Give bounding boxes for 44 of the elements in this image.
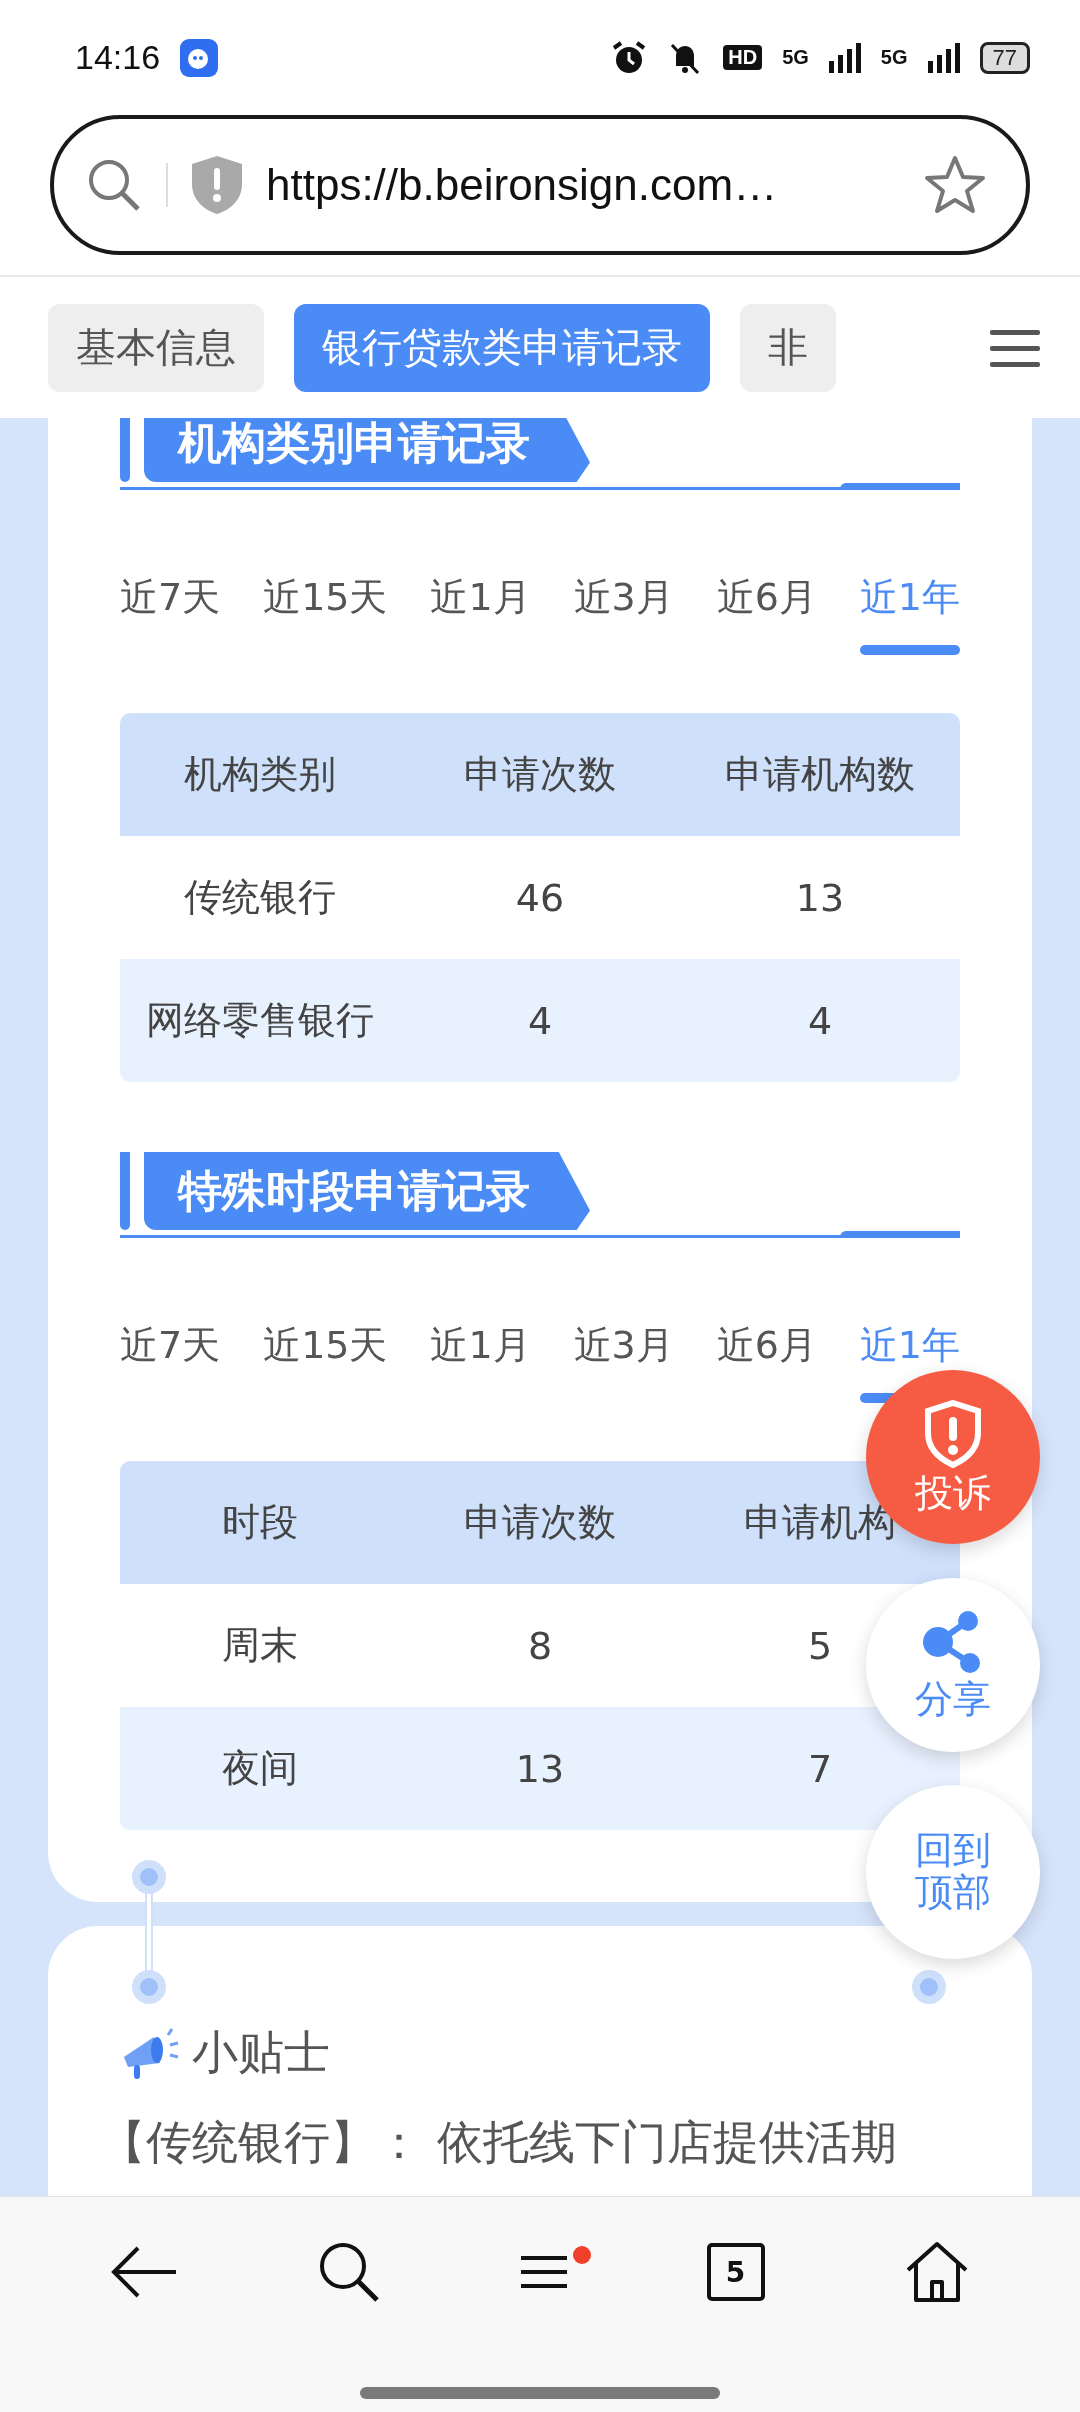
category-tab[interactable]: 基本信息 — [48, 303, 264, 392]
period-tab[interactable]: 近7天 — [120, 572, 221, 623]
period-tab[interactable]: 近7天 — [120, 1320, 221, 1371]
signal-icon — [828, 42, 861, 73]
tips-title: 小贴士 — [192, 2024, 330, 2081]
title-accent-bar — [120, 418, 130, 482]
table-cell: 4 — [680, 959, 960, 1082]
column-header: 申请次数 — [400, 1461, 680, 1584]
category-tab[interactable]: 非 — [740, 303, 836, 392]
shield-alert-icon — [190, 154, 244, 216]
tab-count-button[interactable]: 5 — [706, 2243, 765, 2301]
period-tab[interactable]: 近6月 — [716, 572, 817, 623]
address-bar[interactable]: https://b.beironsign.com… — [50, 115, 1030, 255]
tip-text: 【传统银行】： 依托线下门店提供活期 — [100, 2114, 898, 2171]
back-icon[interactable] — [109, 2245, 178, 2299]
period-tab[interactable]: 近15天 — [263, 572, 388, 623]
table-cell: 13 — [400, 1707, 680, 1830]
star-icon[interactable] — [924, 155, 986, 215]
signal-icon — [927, 42, 960, 73]
section-title: 特殊时段申请记录 — [144, 1152, 590, 1230]
alarm-icon — [611, 39, 648, 76]
hd-label: HD — [723, 45, 763, 70]
period-tab[interactable]: 近6月 — [716, 1320, 817, 1371]
column-header: 机构类别 — [120, 713, 400, 836]
period-tab[interactable]: 近3月 — [573, 572, 674, 623]
period-tab[interactable]: 近15天 — [263, 1320, 388, 1371]
menu-icon[interactable] — [990, 327, 1040, 368]
app-notification-icon — [180, 38, 219, 77]
period-tab[interactable]: 近3月 — [573, 1320, 674, 1371]
column-header: 时段 — [120, 1461, 400, 1584]
table-cell: 4 — [400, 959, 680, 1082]
network-label: 5G — [782, 46, 809, 69]
table-cell: 网络零售银行 — [120, 959, 400, 1082]
column-header: 申请机构数 — [680, 713, 960, 836]
table-cell: 夜间 — [120, 1707, 400, 1830]
section-title: 机构类别申请记录 — [144, 418, 590, 482]
shield-alert-icon — [922, 1399, 984, 1470]
clock-time: 14:16 — [75, 38, 161, 77]
period-tab[interactable]: 近1月 — [430, 572, 531, 623]
battery-level: 77 — [979, 41, 1030, 74]
url-text: https://b.beironsign.com… — [266, 160, 779, 210]
period-tab[interactable]: 近1月 — [430, 1320, 531, 1371]
network-label: 5G — [880, 46, 908, 69]
column-header: 申请次数 — [400, 713, 680, 836]
